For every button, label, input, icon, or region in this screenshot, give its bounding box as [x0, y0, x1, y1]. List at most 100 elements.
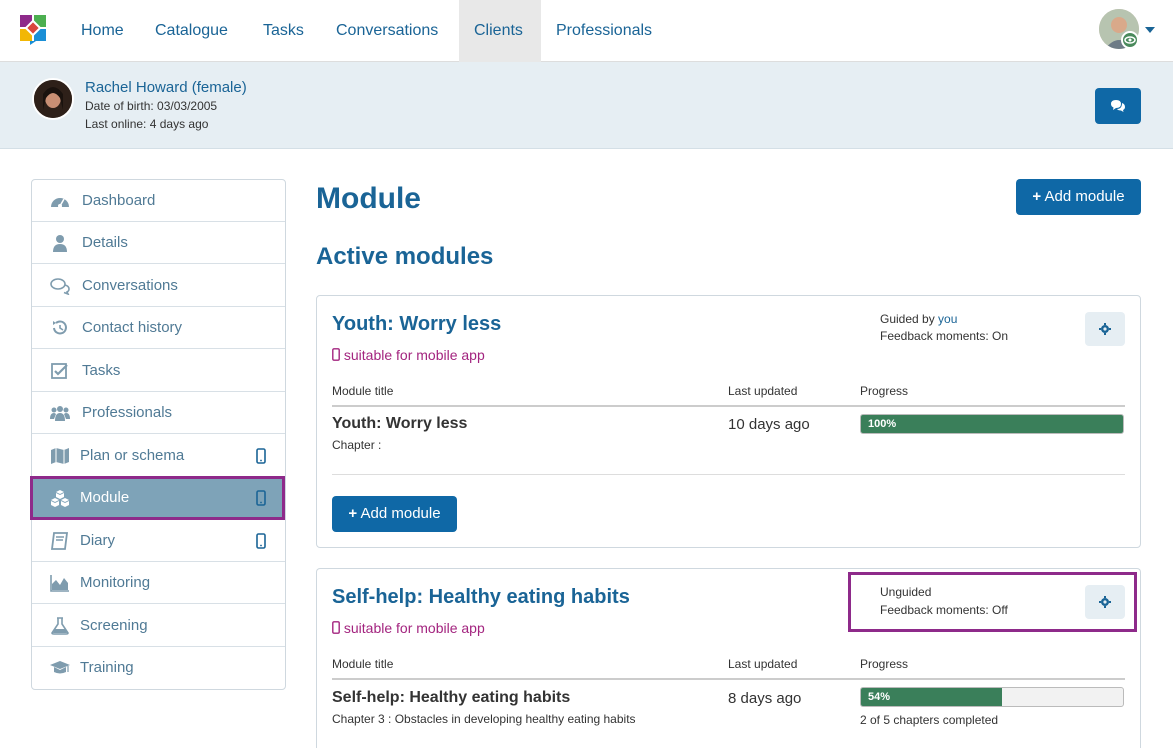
- mobile-icon: [332, 348, 340, 361]
- add-module-label: Add module: [1044, 188, 1125, 205]
- sidebar-item-label: Professionals: [82, 404, 173, 421]
- column-header-progress: Progress: [860, 384, 909, 398]
- sidebar-item-tasks[interactable]: Tasks: [32, 350, 285, 392]
- map-icon: [51, 448, 69, 464]
- page-title: Module: [316, 182, 421, 215]
- progress-note: 2 of 5 chapters completed: [860, 713, 999, 727]
- add-module-button[interactable]: + Add module: [1016, 179, 1141, 215]
- sidebar-item-label: Contact history: [82, 319, 183, 336]
- table-row-updated: 10 days ago: [728, 416, 810, 433]
- dashboard-icon: [51, 198, 69, 208]
- module-settings-button[interactable]: [1085, 312, 1125, 346]
- progress-fill: [861, 415, 1123, 433]
- table-row-chapter: Chapter :: [332, 438, 382, 452]
- sidebar-item-contact-history[interactable]: Contact history: [32, 307, 285, 349]
- mobile-suitability: suitable for mobile app: [332, 347, 485, 363]
- nav-clients[interactable]: Clients: [459, 0, 541, 62]
- cubes-icon: [51, 490, 69, 507]
- column-header-title: Module title: [332, 384, 394, 398]
- book-icon: [50, 532, 69, 550]
- flask-icon: [51, 617, 69, 635]
- nav-home[interactable]: Home: [66, 0, 139, 62]
- sidebar-item-module[interactable]: Module: [32, 477, 285, 519]
- client-dob: Date of birth: 03/03/2005: [85, 99, 218, 113]
- client-name[interactable]: Rachel Howard (female): [85, 79, 247, 96]
- progress-bar: 54%: [860, 687, 1124, 707]
- sidebar-item-label: Module: [80, 489, 130, 506]
- nav-professionals[interactable]: Professionals: [541, 0, 667, 62]
- card-divider: [332, 474, 1125, 475]
- module-card-title[interactable]: Youth: Worry less: [332, 313, 501, 336]
- user-icon: [53, 235, 67, 252]
- nav-tasks[interactable]: Tasks: [248, 0, 319, 62]
- sidebar-item-label: Plan or schema: [80, 447, 185, 464]
- graduation-cap-icon: [50, 661, 70, 674]
- gear-icon: [1099, 323, 1111, 335]
- column-header-updated: Last updated: [728, 384, 798, 398]
- guidance-status: Unguided: [880, 585, 932, 599]
- guide-link[interactable]: you: [938, 312, 957, 326]
- progress-label: 100%: [868, 418, 897, 430]
- table-row-updated: 8 days ago: [728, 690, 802, 707]
- sidebar-item-conversations[interactable]: Conversations: [32, 265, 285, 307]
- module-settings-button[interactable]: [1085, 585, 1125, 619]
- progress-bar: 100%: [860, 414, 1124, 434]
- add-module-button[interactable]: + Add module: [332, 496, 457, 532]
- plus-icon: +: [348, 505, 358, 522]
- mobile-suitability: suitable for mobile app: [332, 620, 485, 636]
- sidebar-item-dashboard[interactable]: Dashboard: [32, 180, 285, 222]
- module-card-title[interactable]: Self-help: Healthy eating habits: [332, 586, 630, 609]
- chevron-down-icon[interactable]: [1145, 27, 1155, 33]
- sidebar-item-label: Screening: [80, 617, 148, 634]
- sidebar-item-label: Dashboard: [82, 192, 156, 209]
- sidebar-item-label: Monitoring: [80, 574, 151, 591]
- chat-button[interactable]: [1095, 88, 1141, 124]
- table-row-title[interactable]: Youth: Worry less: [332, 415, 467, 433]
- top-navbar: Home Catalogue Tasks Conversations Clien…: [0, 0, 1173, 62]
- eye-icon: [1121, 31, 1139, 49]
- table-divider: [332, 405, 1125, 407]
- client-photo-icon: [34, 80, 72, 118]
- users-icon: [50, 406, 70, 421]
- client-last-online: Last online: 4 days ago: [85, 117, 209, 131]
- guidance-status: Guided by you: [880, 312, 958, 326]
- client-header: Rachel Howard (female) Date of birth: 03…: [0, 62, 1173, 149]
- column-header-title: Module title: [332, 657, 394, 671]
- sidebar-item-label: Conversations: [82, 277, 178, 294]
- table-row-title[interactable]: Self-help: Healthy eating habits: [332, 689, 570, 707]
- client-avatar: [32, 78, 74, 120]
- history-icon: [53, 320, 67, 335]
- sidebar-item-label: Diary: [80, 532, 116, 549]
- column-header-updated: Last updated: [728, 657, 798, 671]
- sidebar-item-monitoring[interactable]: Monitoring: [32, 562, 285, 604]
- column-header-progress: Progress: [860, 657, 909, 671]
- progress-label: 54%: [868, 691, 891, 703]
- gear-icon: [1099, 596, 1111, 608]
- sidebar-item-label: Training: [80, 659, 134, 676]
- comments-icon: [50, 278, 70, 295]
- sidebar-item-screening[interactable]: Screening: [32, 605, 285, 647]
- sidebar-item-diary[interactable]: Diary: [32, 520, 285, 562]
- table-row-chapter: Chapter 3 : Obstacles in developing heal…: [332, 712, 636, 726]
- mobile-icon: [332, 621, 340, 634]
- feedback-status: Feedback moments: Off: [880, 603, 1008, 617]
- area-chart-icon: [50, 575, 69, 592]
- mobile-icon: [256, 533, 266, 549]
- comments-icon: [1111, 100, 1125, 112]
- nav-catalogue[interactable]: Catalogue: [140, 0, 243, 62]
- sidebar-item-details[interactable]: Details: [32, 222, 285, 264]
- feedback-status: Feedback moments: On: [880, 329, 1009, 343]
- sidebar-item-label: Tasks: [82, 362, 121, 379]
- mobile-icon: [256, 448, 266, 464]
- add-module-label: Add module: [360, 505, 441, 522]
- active-modules-heading: Active modules: [316, 243, 494, 270]
- sidebar-item-professionals[interactable]: Professionals: [32, 392, 285, 434]
- sidebar-item-plan-or-schema[interactable]: Plan or schema: [32, 435, 285, 477]
- mobile-icon: [256, 490, 266, 506]
- sidebar-item-training[interactable]: Training: [32, 647, 285, 689]
- nav-conversations[interactable]: Conversations: [321, 0, 453, 62]
- app-logo-icon[interactable]: [18, 13, 48, 45]
- sidebar-item-label: Details: [82, 234, 128, 251]
- plus-icon: +: [1032, 188, 1042, 205]
- client-sidebar: Dashboard Details Conversations Contact …: [31, 179, 286, 690]
